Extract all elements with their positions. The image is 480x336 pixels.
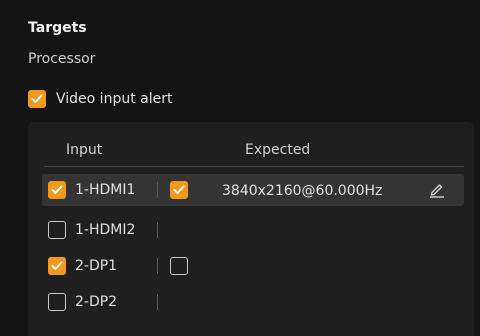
input-name: 2-DP2 xyxy=(75,294,118,310)
edit-pencil-icon[interactable] xyxy=(428,180,446,198)
section-title: Targets xyxy=(28,20,87,36)
column-separator xyxy=(157,222,158,238)
check-icon xyxy=(173,185,185,194)
table-row[interactable]: 2-DP1 xyxy=(42,250,464,282)
video-input-alert-checkbox[interactable] xyxy=(28,90,46,108)
input-checkbox[interactable] xyxy=(48,257,66,275)
input-name: 2-DP1 xyxy=(75,258,118,274)
input-checkbox[interactable] xyxy=(48,293,66,311)
expected-checkbox[interactable] xyxy=(170,181,188,199)
input-name: 1-HDMI2 xyxy=(75,222,136,238)
table-row[interactable]: 2-DP2 xyxy=(42,286,464,318)
expected-checkbox[interactable] xyxy=(170,257,188,275)
section-subtitle: Processor xyxy=(28,51,96,67)
check-icon xyxy=(51,261,63,270)
expected-resolution: 3840x2160@60.000Hz xyxy=(222,183,383,199)
video-input-alert-label: Video input alert xyxy=(56,91,173,107)
input-checkbox[interactable] xyxy=(48,221,66,239)
table-row[interactable]: 1-HDMI2 xyxy=(42,214,464,246)
targets-panel: Targets Processor Video input alert Inpu… xyxy=(0,0,480,336)
table-row[interactable]: 1-HDMI1 3840x2160@60.000Hz xyxy=(42,174,464,206)
check-icon xyxy=(51,185,63,194)
input-checkbox[interactable] xyxy=(48,181,66,199)
column-header-expected: Expected xyxy=(245,142,311,158)
header-divider xyxy=(44,166,464,167)
column-separator xyxy=(157,182,158,198)
column-separator xyxy=(157,294,158,310)
column-separator xyxy=(157,258,158,274)
input-name: 1-HDMI1 xyxy=(75,182,136,198)
column-header-input: Input xyxy=(66,142,103,158)
check-icon xyxy=(31,94,43,103)
